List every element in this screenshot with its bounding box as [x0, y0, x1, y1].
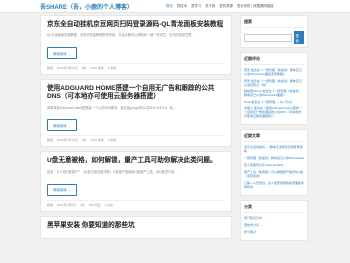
search-button[interactable]: 搜索	[293, 31, 304, 44]
recent-post-link[interactable]: 吾人吾事吾分享 www.bestlink	[244, 163, 304, 167]
post-meta: 教程 2022年3月8日 3条 856 阅读 2 喜欢	[47, 199, 225, 207]
post-meta: 教程 2022年3月15日 4条 1023 阅读 3 喜欢	[47, 135, 225, 142]
recent-comments-widget: 近期评论 吾吾 发表在《一键管理（快速化）脚本自己从零Wiresharks面板安…	[240, 52, 308, 125]
meta-comments[interactable]: 4条	[82, 138, 87, 142]
post-excerpt: 简单来说AdGuard Home是搭建一个公共DNS服务，就比如google的公…	[47, 105, 177, 110]
category-link[interactable]: 吾技术分享	[244, 223, 304, 227]
read-more-button[interactable]: 继续阅读 →	[47, 119, 77, 132]
search-widget: 搜索 搜索	[240, 15, 308, 48]
comment-item[interactable]: 吾吾 发表在《一键管理（快速化）脚本自己从零安装之一键》	[244, 79, 304, 87]
recent-post-link[interactable]: 京东全自动挂机 — 脚本无法网页扫码登录源码	[244, 145, 304, 153]
post-card: 黑苹果安装 你要知道的那些坑	[40, 215, 232, 239]
meta-comments[interactable]: 5条	[82, 66, 87, 70]
category-link[interactable]: 学习笔记	[244, 230, 304, 234]
post-title[interactable]: U盘无意被格，如何解锁，量产工具可助你解决此类问题。	[47, 157, 225, 165]
meta-likes[interactable]: 5 喜欢	[108, 66, 117, 70]
post-title[interactable]: 使用ADGUARD HOME搭建一个自用无广告和跟踪的公共DNS（可本地亦可使用…	[47, 85, 225, 101]
recent-post-link[interactable]: 口袋—人吾吾好，这人量安装教程资源面板有效时间	[244, 181, 304, 189]
sidebar: 搜索 搜索 近期评论 吾吾 发表在《一键管理（快速化）脚本自己从零Wiresha…	[240, 15, 308, 245]
post-title[interactable]: 黑苹果安装 你要知道的那些坑	[47, 222, 225, 230]
post-list: 京东全自动挂机京豆网页扫码登录源码-QL青龙面板安装教程 QL青龙面板安装教程，…	[40, 15, 232, 243]
recent-post-link[interactable]: 量产工具（免费版）可以解锁量产格式化U盘（手机使用）	[244, 170, 304, 178]
post-title[interactable]: 京东全自动挂机京豆网页扫码登录源码-QL青龙面板安装教程	[47, 21, 225, 29]
post-excerpt: QL青龙面板安装教程，手把手安装教程带你完成，青龙大概可以帮助你一键一些京豆，京…	[47, 33, 195, 38]
widget-title: 近期文章	[244, 133, 304, 142]
category-link[interactable]: 吾门知识分享	[244, 216, 304, 220]
meta-date: 2022年3月15日	[57, 138, 78, 143]
comment-item[interactable]: 中国人 发表在《使用AdGuard Home搭建一个自用无广告和跟踪的公共DNS…	[244, 106, 304, 118]
read-more-button[interactable]: 继续阅读 →	[47, 47, 77, 60]
nav-item-study[interactable]: 吾学习	[191, 3, 201, 8]
meta-views: 856 阅读	[88, 202, 101, 207]
nav-item-links[interactable]: 吾分享的 | 收藏源码链接	[237, 3, 274, 8]
nav-item-resources[interactable]: 吾的资源	[219, 3, 233, 8]
meta-category[interactable]: 教程	[47, 66, 53, 70]
search-row: 搜索	[244, 31, 304, 44]
recent-post-link[interactable]: 一键管理（快速化）脚本自己从零Wiresharks	[244, 156, 304, 160]
main-nav: 首页 吾技术 吾学习 关于我 吾的资源 吾分享的 | 收藏源码链接	[166, 3, 274, 8]
post-card: U盘无意被格，如何解锁，量产工具可助你解决此类问题。 前言：什么是U盘量产？（此…	[40, 151, 232, 212]
widget-title: 搜索	[244, 19, 304, 28]
post-card: 使用ADGUARD HOME搭建一个自用无广告和跟踪的公共DNS（可本地亦可使用…	[40, 79, 232, 148]
search-input[interactable]	[244, 33, 292, 42]
site-logo[interactable]: 吾SHARE（吾，小鹿的个人博客）	[40, 2, 133, 11]
meta-views: 1023 阅读	[90, 138, 104, 143]
widget-title: 近期评论	[244, 56, 304, 65]
read-more-button[interactable]: 继续阅读 →	[47, 183, 77, 196]
widget-title: 分类	[244, 204, 304, 213]
categories-widget: 分类 吾门知识分享 吾技术分享 学习笔记	[240, 199, 308, 241]
meta-category[interactable]: 教程	[47, 203, 53, 207]
meta-comments[interactable]: 3条	[80, 203, 85, 207]
meta-likes[interactable]: 2 喜欢	[105, 203, 114, 207]
nav-item-home[interactable]: 首页	[166, 3, 173, 8]
comment-item[interactable]: Nirat 发表在《一键管理 — QL-可以》	[244, 100, 304, 104]
post-card: 京东全自动挂机京豆网页扫码登录源码-QL青龙面板安装教程 QL青龙面板安装教程，…	[40, 15, 232, 76]
comment-item[interactable]: 吾吾 发表在《一键管理（快速化）脚本自己从零Wiresharks面板安装教程》	[244, 68, 304, 76]
comment-item[interactable]: 格格里Plum2 发表在《一键管理（快速化）脚本自己从零Wiresharks面板…	[244, 89, 304, 97]
meta-date: 2022年3月22日	[57, 66, 78, 71]
top-navbar: 吾SHARE（吾，小鹿的个人博客） 首页 吾技术 吾学习 关于我 吾的资源 吾分…	[0, 0, 350, 13]
meta-date: 2022年3月8日	[57, 202, 77, 207]
post-meta: 教程 2022年3月22日 5条 2046 阅读 5 喜欢	[47, 63, 225, 70]
post-excerpt: 前言：什么是U盘量产？（此处引用百度词条）U盘量产是指用U盘量产工具，对U盘进行…	[47, 169, 178, 174]
meta-likes[interactable]: 3 喜欢	[108, 138, 117, 142]
meta-views: 2046 阅读	[90, 66, 104, 71]
meta-category[interactable]: 教程	[47, 138, 53, 142]
nav-item-about[interactable]: 关于我	[205, 3, 215, 8]
nav-item-tech[interactable]: 吾技术	[177, 3, 187, 8]
recent-posts-widget: 近期文章 京东全自动挂机 — 脚本无法网页扫码登录源码 一键管理（快速化）脚本自…	[240, 128, 308, 196]
